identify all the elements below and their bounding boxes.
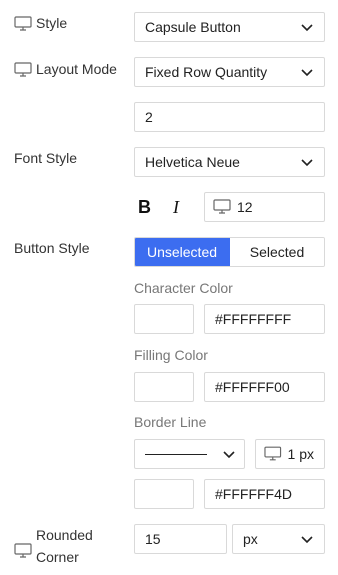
- rounded-corner-label: Rounded Corner: [14, 524, 106, 568]
- solid-line-icon: [145, 453, 207, 455]
- border-style-select[interactable]: [134, 439, 245, 469]
- filling-color-swatch[interactable]: [134, 372, 194, 402]
- border-width-value: 1 px: [287, 446, 314, 462]
- style-label: Style: [14, 12, 67, 34]
- chevron-down-icon: [301, 536, 313, 544]
- font-family-select[interactable]: Helvetica Neue: [134, 147, 325, 177]
- style-label-text: Style: [36, 15, 68, 31]
- filling-color-label: Filling Color: [134, 347, 208, 363]
- monitor-icon: [213, 199, 231, 214]
- monitor-icon: [264, 446, 282, 461]
- rounded-corner-input[interactable]: 15: [134, 524, 227, 554]
- border-line-label: Border Line: [134, 414, 207, 430]
- monitor-icon: [14, 16, 32, 31]
- style-select-value: Capsule Button: [145, 19, 241, 35]
- chevron-down-icon: [301, 24, 313, 32]
- row-quantity-input[interactable]: 2: [134, 102, 325, 132]
- monitor-icon: [14, 543, 32, 558]
- border-width-input[interactable]: 1 px: [255, 439, 325, 469]
- layout-mode-label-text: Layout Mode: [36, 61, 117, 77]
- layout-mode-label: Layout Mode: [14, 58, 117, 80]
- monitor-icon: [14, 62, 32, 77]
- font-family-select-value: Helvetica Neue: [145, 154, 240, 170]
- font-size-input[interactable]: 12: [204, 192, 325, 222]
- character-color-swatch[interactable]: [134, 304, 194, 334]
- rounded-corner-unit-select[interactable]: px: [232, 524, 325, 554]
- border-line-preview: [145, 453, 222, 455]
- character-color-label: Character Color: [134, 280, 233, 296]
- chevron-down-icon: [223, 451, 235, 459]
- rounded-corner-unit-value: px: [243, 531, 258, 547]
- button-style-label: Button Style: [14, 240, 90, 256]
- font-style-label: Font Style: [14, 150, 78, 166]
- border-color-swatch[interactable]: [134, 479, 194, 509]
- italic-button[interactable]: I: [173, 197, 179, 218]
- chevron-down-icon: [301, 159, 313, 167]
- chevron-down-icon: [301, 69, 313, 77]
- layout-mode-select[interactable]: Fixed Row Quantity: [134, 57, 325, 87]
- style-select[interactable]: Capsule Button: [134, 12, 325, 42]
- filling-color-input[interactable]: #FFFFFF00: [204, 372, 325, 402]
- font-size-value: 12: [237, 199, 253, 215]
- border-color-input[interactable]: #FFFFFF4D: [204, 479, 325, 509]
- state-toggle: Unselected Selected: [134, 237, 325, 267]
- bold-button[interactable]: B: [138, 197, 151, 218]
- layout-mode-select-value: Fixed Row Quantity: [145, 64, 268, 80]
- tab-unselected[interactable]: Unselected: [135, 238, 230, 266]
- character-color-input[interactable]: #FFFFFFFF: [204, 304, 325, 334]
- rounded-corner-label-text: Rounded Corner: [36, 527, 93, 565]
- tab-selected[interactable]: Selected: [230, 238, 324, 266]
